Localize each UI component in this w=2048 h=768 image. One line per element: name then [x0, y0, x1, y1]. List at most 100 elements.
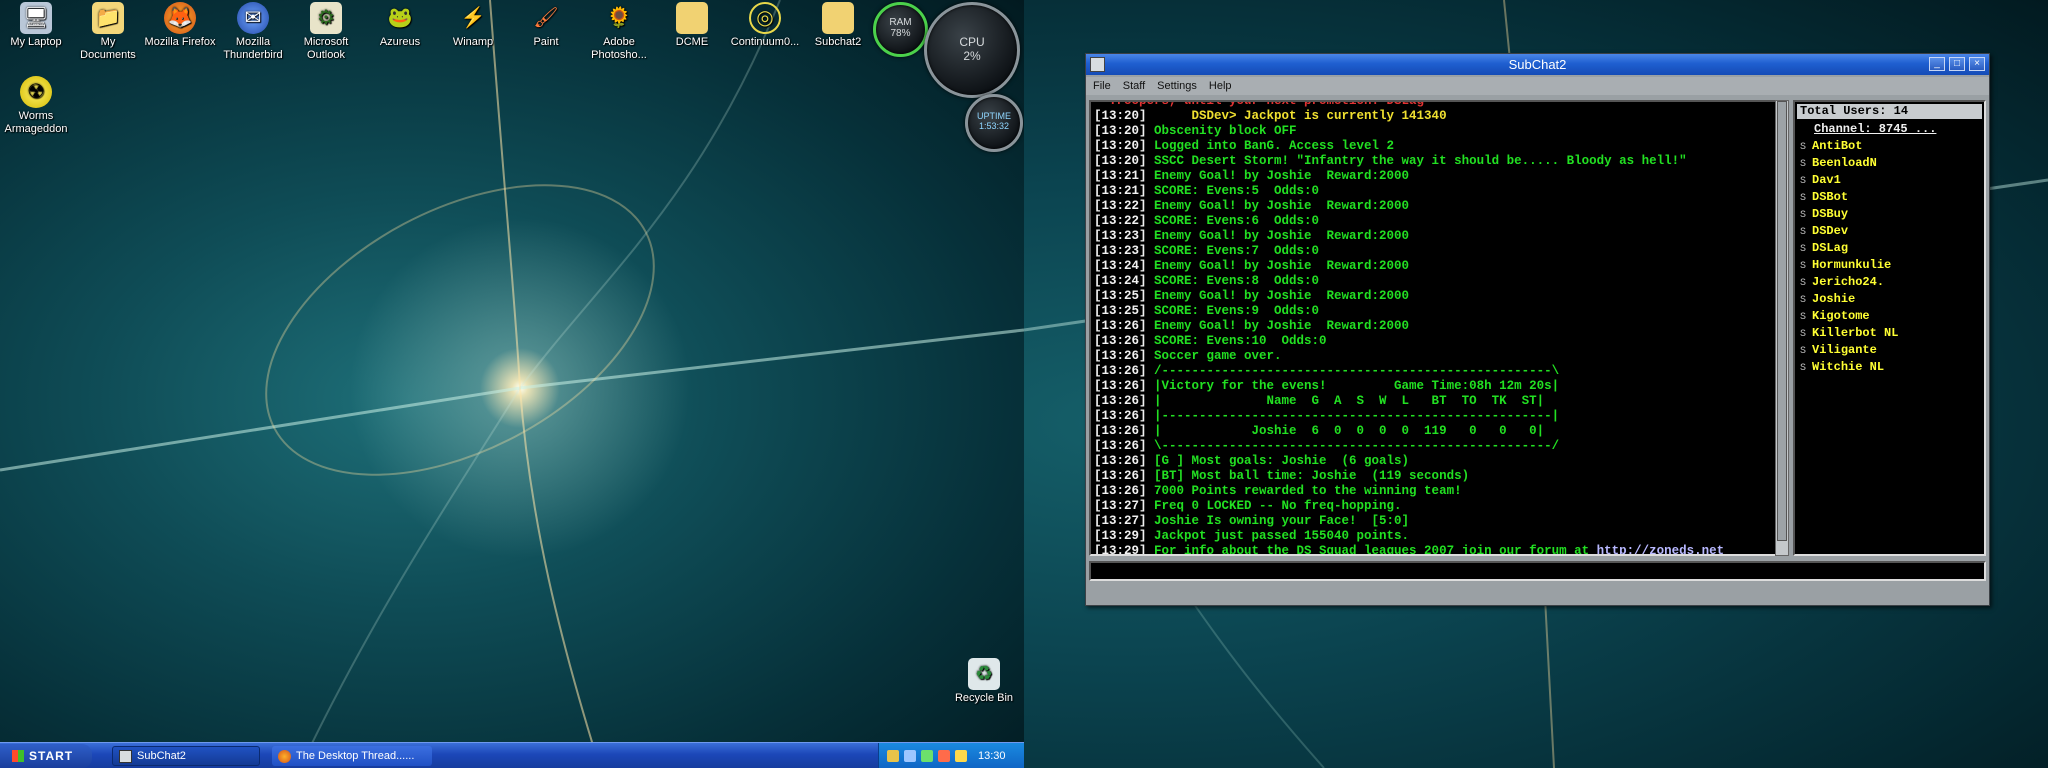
chat-line: Troopers, until your next promotion. DSL…	[1094, 102, 1424, 109]
chat-timestamp: [13:25]	[1094, 289, 1147, 303]
outlook-icon: ⚙	[310, 2, 342, 34]
cpu-label: CPU	[959, 35, 985, 49]
network-icon[interactable]	[904, 750, 916, 762]
minimize-icon[interactable]: _	[1929, 57, 1945, 71]
subchat-icon[interactable]	[1090, 57, 1105, 72]
desktop-icon-photoshop[interactable]: 🌻 Adobe Photosho...	[583, 2, 655, 62]
clock[interactable]: 13:30	[978, 750, 1006, 762]
desktop-icon-continuum[interactable]: ◎ Continuum0...	[729, 2, 801, 49]
user-list-item[interactable]: S DSLag	[1800, 240, 1848, 258]
user-list-item[interactable]: S Dav1	[1800, 172, 1841, 190]
desktop-icon-paint[interactable]: 🖌 Paint	[510, 2, 582, 49]
task-label: The Desktop Thread......	[296, 750, 415, 762]
winamp-icon: ⚡	[460, 6, 486, 29]
start-button[interactable]: START	[0, 744, 92, 768]
task-button-firefox[interactable]: The Desktop Thread......	[272, 746, 432, 766]
desktop-icon-outlook[interactable]: ⚙ Microsoft Outlook	[290, 2, 362, 62]
user-name: Dav1	[1812, 173, 1841, 187]
user-list-item[interactable]: S Kigotome	[1800, 308, 1870, 326]
menu-bar: File Staff Settings Help	[1086, 77, 1989, 95]
desktop-icon-thunderbird[interactable]: ✉ Mozilla Thunderbird	[217, 2, 289, 62]
start-label: START	[29, 749, 74, 763]
chat-message: SCORE: Evens:6 Odds:0	[1146, 214, 1320, 228]
user-status-flag: S	[1800, 227, 1807, 238]
close-icon[interactable]: ×	[1969, 57, 1985, 71]
desktop-icon-my-laptop[interactable]: 🖥 My Laptop	[0, 2, 72, 49]
menu-file[interactable]: File	[1093, 80, 1111, 92]
desktop-icon-label: Worms Armageddon	[4, 110, 68, 135]
chat-message: [BT] Most ball time: Joshie (119 seconds…	[1146, 469, 1470, 483]
chat-line: [13:20] DSDev> Jackpot is currently 1413…	[1094, 109, 1447, 124]
chat-link[interactable]: http://zoneds.net	[1597, 544, 1725, 554]
desktop-icon-my-documents[interactable]: 📁 My Documents	[72, 2, 144, 62]
user-list-item[interactable]: S Hormunkulie	[1800, 257, 1891, 275]
scrollbar-thumb[interactable]	[1777, 101, 1787, 541]
user-name: Joshie	[1812, 292, 1856, 306]
user-list-item[interactable]: S BeenloadN	[1800, 155, 1877, 173]
chat-timestamp: [13:26]	[1094, 394, 1147, 408]
user-list-item[interactable]: S DSBuy	[1800, 206, 1848, 224]
desktop-icon-label: Mozilla Firefox	[144, 36, 216, 48]
desktop-icon-subchat2[interactable]: Subchat2	[802, 2, 874, 49]
user-list-item[interactable]: S Joshie	[1800, 291, 1855, 309]
chat-line: [13:23] Enemy Goal! by Joshie Reward:200…	[1094, 229, 1409, 244]
chat-timestamp: [13:20]	[1094, 154, 1147, 168]
task-button-subchat2[interactable]: SubChat2	[112, 746, 260, 766]
windows-logo-icon	[12, 750, 24, 762]
cpu-gauge: CPU 2%	[924, 2, 1020, 98]
user-name: DSBot	[1812, 190, 1849, 204]
user-list-item[interactable]: S Killerbot NL	[1800, 325, 1898, 343]
chat-timestamp: [13:22]	[1094, 199, 1147, 213]
app-tray-icon[interactable]	[938, 750, 950, 762]
chat-line: [13:23] SCORE: Evens:7 Odds:0	[1094, 244, 1319, 259]
chat-line: [13:22] SCORE: Evens:6 Odds:0	[1094, 214, 1319, 229]
chat-line: [13:20] Obscenity block OFF	[1094, 124, 1297, 139]
subchat-icon	[119, 749, 132, 763]
chat-line: [13:26] \-------------------------------…	[1094, 439, 1559, 454]
chat-message: SCORE: Evens:5 Odds:0	[1146, 184, 1320, 198]
chat-scrollbar[interactable]	[1775, 100, 1789, 556]
desktop-icon-label: DCME	[675, 36, 709, 48]
user-list-item[interactable]: S DSDev	[1800, 223, 1848, 241]
chat-log[interactable]: Troopers, until your next promotion. DSL…	[1089, 100, 1777, 556]
subchat2-window: SubChat2 _ □ × File Staff Settings Help …	[1085, 53, 1990, 606]
chat-line: [13:20] SSCC Desert Storm! "Infantry the…	[1094, 154, 1687, 169]
desktop-icon-recycle-bin[interactable]: ♻ Recycle Bin	[948, 658, 1020, 705]
monitor-icon[interactable]	[921, 750, 933, 762]
maximize-icon[interactable]: □	[1949, 57, 1965, 71]
chat-message: Freq 0 LOCKED -- No freq-hopping.	[1146, 499, 1402, 513]
user-status-flag: S	[1800, 159, 1807, 170]
chat-input[interactable]	[1089, 561, 1986, 581]
desktop-icon-label: Microsoft Outlook	[303, 36, 349, 61]
desktop-icon-azureus[interactable]: 🐸 Azureus	[364, 2, 436, 49]
user-list-item[interactable]: S Viligante	[1800, 342, 1877, 360]
menu-help[interactable]: Help	[1209, 80, 1232, 92]
user-status-flag: S	[1800, 142, 1807, 153]
uptime-gauge: UPTIME 1:53:32	[965, 94, 1023, 152]
user-list-item[interactable]: S Witchie NL	[1800, 359, 1884, 377]
chat-line: [13:25] Enemy Goal! by Joshie Reward:200…	[1094, 289, 1409, 304]
desktop-icon-firefox[interactable]: 🦊 Mozilla Firefox	[144, 2, 216, 49]
uptime-value: 1:53:32	[978, 121, 1010, 131]
user-list-item[interactable]: S DSBot	[1800, 189, 1848, 207]
user-list-item[interactable]: S Jericho24.	[1800, 274, 1884, 292]
window-titlebar[interactable]: SubChat2 _ □ ×	[1086, 54, 1989, 75]
user-name: DSBuy	[1812, 207, 1849, 221]
chat-timestamp: [13:26]	[1094, 334, 1147, 348]
menu-settings[interactable]: Settings	[1157, 80, 1197, 92]
chat-message: Joshie Is owning your Face! [5:0]	[1146, 514, 1410, 528]
menu-staff[interactable]: Staff	[1123, 80, 1145, 92]
desktop-icon-label: Recycle Bin	[954, 692, 1014, 704]
channel-label[interactable]: Channel: 8745 ...	[1814, 122, 1936, 136]
user-list-item[interactable]: S AntiBot	[1800, 138, 1862, 156]
volume-icon[interactable]	[955, 750, 967, 762]
user-name: Kigotome	[1812, 309, 1870, 323]
desktop-icon-dcme[interactable]: DCME	[656, 2, 728, 49]
chat-line: [13:27] Joshie Is owning your Face! [5:0…	[1094, 514, 1409, 529]
desktop-icon-worms[interactable]: ☢ Worms Armageddon	[0, 76, 72, 136]
desktop-icon-winamp[interactable]: ⚡ Winamp	[437, 2, 509, 49]
desktop-icon-label: Continuum0...	[730, 36, 800, 48]
firefox-icon: 🦊	[164, 2, 196, 34]
user-icon[interactable]	[887, 750, 899, 762]
user-status-flag: S	[1800, 193, 1807, 204]
